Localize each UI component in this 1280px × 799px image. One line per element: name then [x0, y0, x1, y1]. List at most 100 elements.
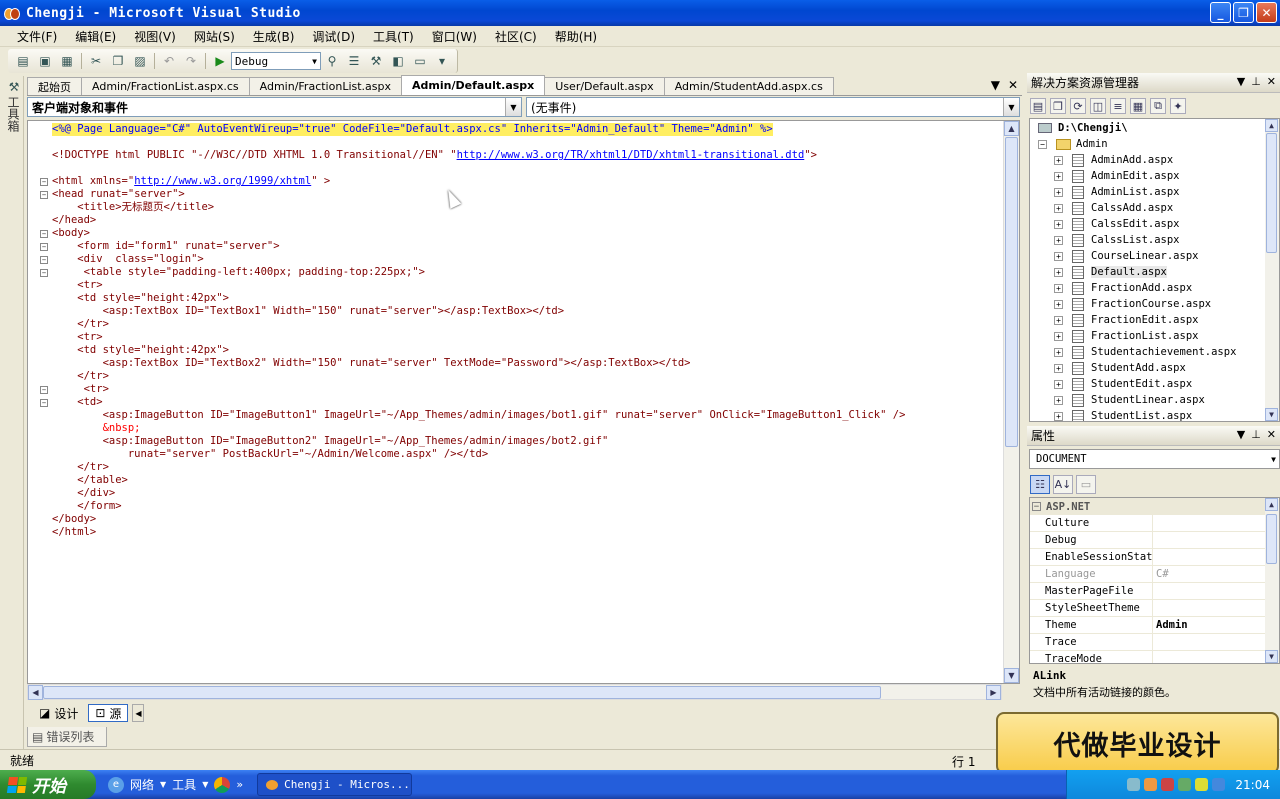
expand-icon[interactable]: +: [1054, 379, 1063, 389]
expand-icon[interactable]: +: [1054, 299, 1063, 309]
chevron-down-icon[interactable]: ▼: [160, 780, 166, 789]
tab-fractionlist-cs[interactable]: Admin/FractionList.aspx.cs: [81, 77, 250, 95]
pin-icon[interactable]: ⊥: [1251, 75, 1261, 88]
tree-file[interactable]: + AdminEdit.aspx: [1054, 168, 1180, 184]
undo-icon[interactable]: ↶: [160, 52, 178, 70]
menu-tools[interactable]: 工具(T): [364, 28, 423, 45]
tree-file[interactable]: + CourseLinear.aspx: [1054, 248, 1198, 264]
menu-website[interactable]: 网站(S): [185, 28, 244, 45]
scroll-thumb[interactable]: [1266, 514, 1277, 564]
tree-file[interactable]: + StudentList.aspx: [1054, 408, 1192, 421]
client-objects-dropdown[interactable]: 客户端对象和事件 ▼: [27, 97, 522, 117]
tree-file[interactable]: + CalssList.aspx: [1054, 232, 1180, 248]
property-row[interactable]: Language C#: [1030, 566, 1267, 583]
scroll-down-icon[interactable]: ▼: [1004, 668, 1019, 683]
menu-edit[interactable]: 编辑(E): [66, 28, 125, 45]
expand-icon[interactable]: +: [1054, 235, 1063, 245]
scroll-thumb[interactable]: [1005, 137, 1018, 447]
restore-button[interactable]: ❐: [1233, 2, 1254, 23]
menu-help[interactable]: 帮助(H): [546, 28, 606, 45]
collapse-icon[interactable]: −: [40, 242, 48, 251]
expand-icon[interactable]: +: [1054, 251, 1063, 261]
scroll-up-icon[interactable]: ▲: [1265, 498, 1278, 511]
error-list-tab[interactable]: ▤ 错误列表: [27, 727, 107, 747]
tag-navigator-left-icon[interactable]: ◀: [132, 704, 145, 722]
scroll-right-icon[interactable]: ▶: [986, 685, 1001, 700]
close-document-icon[interactable]: ✕: [1008, 78, 1018, 92]
active-files-dropdown-icon[interactable]: ▼: [991, 78, 1000, 92]
toolbar-overflow-icon[interactable]: ▾: [433, 52, 451, 70]
collapse-icon[interactable]: −: [40, 385, 48, 394]
property-row[interactable]: MasterPageFile: [1030, 583, 1267, 600]
menu-debug[interactable]: 调试(D): [303, 28, 364, 45]
property-category[interactable]: − ASP.NET: [1030, 498, 1267, 515]
design-view-tab[interactable]: ◪ 设计: [33, 704, 84, 722]
tray-update-icon[interactable]: [1195, 778, 1209, 791]
tree-file[interactable]: + FractionList.aspx: [1054, 328, 1198, 344]
tree-file[interactable]: + Studentachievement.aspx: [1054, 344, 1236, 360]
property-row[interactable]: Culture: [1030, 515, 1267, 532]
minimize-button[interactable]: _: [1210, 2, 1231, 23]
scroll-up-icon[interactable]: ▲: [1265, 119, 1278, 132]
save-icon[interactable]: ▣: [36, 52, 54, 70]
code-content[interactable]: <%@ Page Language="C#" AutoEventWireup="…: [40, 121, 1003, 683]
find-in-files-icon[interactable]: ⚲: [323, 52, 341, 70]
solution-tree[interactable]: D:\Chengji\ − Admin + AdminAdd.aspx + Admin…: [1029, 118, 1280, 422]
properties-scrollbar[interactable]: ▲ ▼: [1265, 498, 1279, 663]
new-project-icon[interactable]: ▤: [14, 52, 32, 70]
expand-icon[interactable]: +: [1054, 411, 1063, 421]
property-row[interactable]: Trace: [1030, 634, 1267, 651]
tab-admin-default-aspx[interactable]: Admin/Default.aspx: [401, 75, 546, 95]
paste-icon[interactable]: ▨: [131, 52, 149, 70]
tree-file[interactable]: + AdminAdd.aspx: [1054, 152, 1173, 168]
solution-config-dropdown[interactable]: Debug ▼: [231, 52, 321, 70]
collapse-icon[interactable]: −: [40, 229, 48, 238]
tree-file[interactable]: + StudentEdit.aspx: [1054, 376, 1192, 392]
property-row[interactable]: TraceMode: [1030, 651, 1267, 663]
tree-file[interactable]: + StudentAdd.aspx: [1054, 360, 1186, 376]
tree-file[interactable]: + FractionEdit.aspx: [1054, 312, 1198, 328]
toolbox-strip[interactable]: ⚒ 工具箱: [0, 76, 24, 749]
view-designer-icon[interactable]: ▦: [1130, 98, 1146, 114]
expand-icon[interactable]: +: [1054, 331, 1063, 341]
toolbox-icon[interactable]: ⚒: [367, 52, 385, 70]
menu-file[interactable]: 文件(F): [8, 28, 66, 45]
expand-icon[interactable]: +: [1054, 267, 1063, 277]
view-code-icon[interactable]: ≡: [1110, 98, 1126, 114]
expand-icon[interactable]: +: [1054, 155, 1063, 165]
refresh-icon[interactable]: ⟳: [1070, 98, 1086, 114]
property-value[interactable]: Admin: [1153, 619, 1188, 631]
window-position-icon[interactable]: ▼: [1237, 428, 1245, 441]
start-page-icon[interactable]: ▭: [411, 52, 429, 70]
tree-file[interactable]: + StudentLinear.aspx: [1054, 392, 1205, 408]
tree-scrollbar[interactable]: ▲ ▼: [1265, 119, 1279, 421]
window-position-icon[interactable]: ▼: [1237, 75, 1245, 88]
tray-app-icon[interactable]: [1144, 778, 1158, 791]
expand-icon[interactable]: +: [1054, 203, 1063, 213]
nest-files-icon[interactable]: ◫: [1090, 98, 1106, 114]
scroll-up-icon[interactable]: ▲: [1004, 121, 1019, 136]
tree-file[interactable]: + FractionAdd.aspx: [1054, 280, 1192, 296]
object-browser-icon[interactable]: ◧: [389, 52, 407, 70]
property-row[interactable]: EnableSessionState: [1030, 549, 1267, 566]
editor-vertical-scrollbar[interactable]: ▲ ▼: [1003, 121, 1019, 683]
tab-studentadd-cs[interactable]: Admin/StudentAdd.aspx.cs: [663, 77, 834, 95]
copy-website-icon[interactable]: ⧉: [1150, 98, 1166, 114]
copy-icon[interactable]: ❐: [109, 52, 127, 70]
menu-window[interactable]: 窗口(W): [423, 28, 486, 45]
tree-root[interactable]: D:\Chengji\: [1038, 120, 1128, 136]
alphabetical-icon[interactable]: A↓: [1053, 474, 1073, 494]
scroll-down-icon[interactable]: ▼: [1265, 650, 1278, 663]
xhtml-namespace-link[interactable]: http://www.w3.org/1999/xhtml: [134, 175, 311, 188]
collapse-icon[interactable]: −: [40, 268, 48, 277]
taskbar-visual-studio-button[interactable]: Chengji - Micros...: [257, 773, 413, 796]
quicklaunch-tools[interactable]: 工具: [172, 776, 196, 793]
pin-icon[interactable]: ⊥: [1251, 428, 1261, 441]
expand-icon[interactable]: +: [1054, 315, 1063, 325]
properties-object-dropdown[interactable]: DOCUMENT ▼: [1029, 449, 1280, 469]
chevron-down-icon[interactable]: ▼: [202, 780, 208, 789]
cut-icon[interactable]: ✂: [87, 52, 105, 70]
tab-start-page[interactable]: 起始页: [27, 77, 82, 95]
tab-fractionlist-aspx[interactable]: Admin/FractionList.aspx: [248, 77, 403, 95]
expand-icon[interactable]: +: [1054, 283, 1063, 293]
